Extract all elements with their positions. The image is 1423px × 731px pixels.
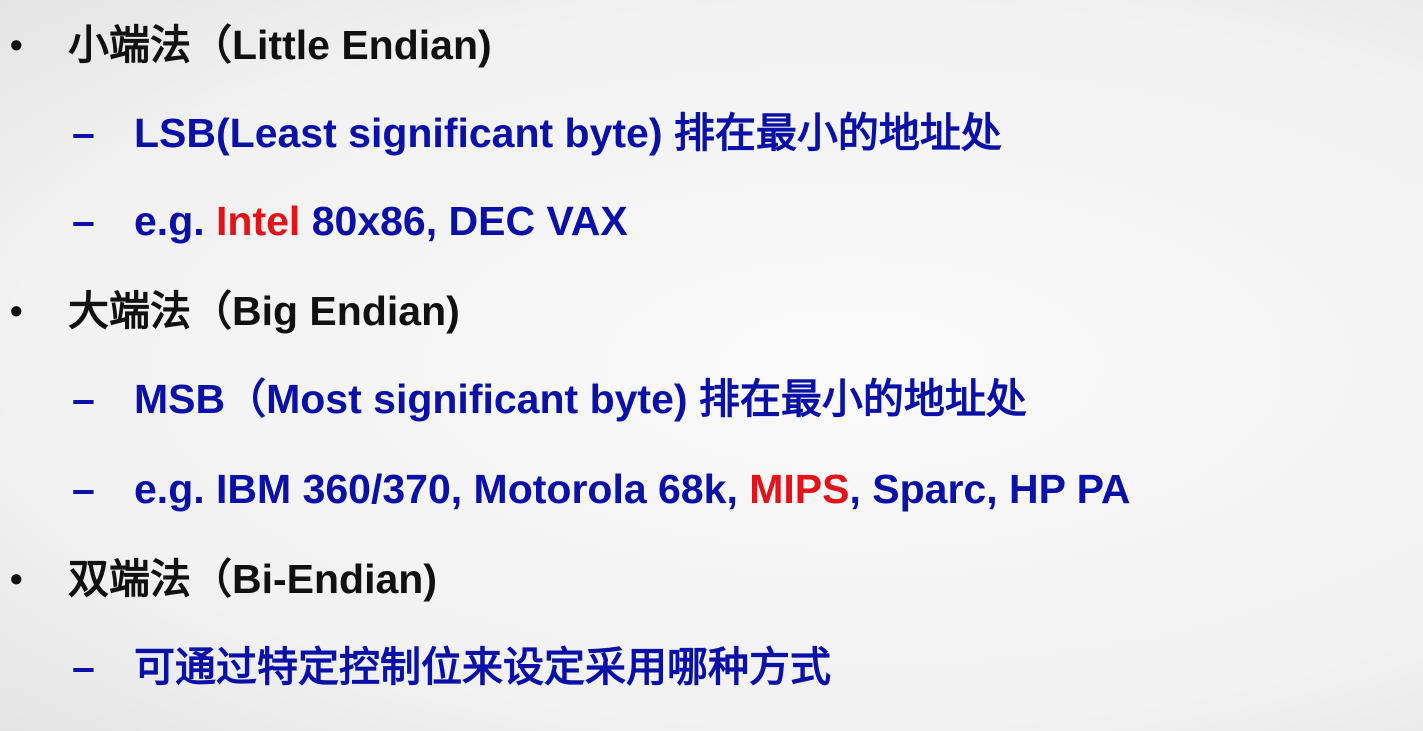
text-segment: 大端法（Big Endian) <box>68 288 460 334</box>
item-text: e.g. Intel 80x86, DEC VAX <box>134 196 628 246</box>
item-text: LSB(Least significant byte) 排在最小的地址处 <box>134 108 1002 158</box>
dash-icon: – <box>72 198 95 244</box>
item-text: 双端法（Bi-Endian) <box>68 554 437 604</box>
text-segment: MSB（Most significant byte) 排在最小的地址处 <box>134 376 1027 422</box>
highlighted-text: Intel <box>216 198 301 244</box>
text-segment: 80x86, DEC VAX <box>300 198 628 244</box>
item-text: 大端法（Big Endian) <box>68 286 460 336</box>
text-segment: , Sparc, HP PA <box>849 466 1131 512</box>
item-text: 可通过特定控制位来设定采用哪种方式 <box>134 642 831 692</box>
item-text: MSB（Most significant byte) 排在最小的地址处 <box>134 374 1027 424</box>
text-segment: 可通过特定控制位来设定采用哪种方式 <box>134 644 831 690</box>
text-segment: 双端法（Bi-Endian) <box>68 556 437 602</box>
bullet-icon: • <box>10 558 23 599</box>
item-text: 小端法（Little Endian) <box>68 20 492 70</box>
dash-icon: – <box>72 376 95 422</box>
dash-icon: – <box>72 466 95 512</box>
bullet-icon: • <box>10 24 23 65</box>
dash-icon: – <box>72 644 95 690</box>
text-segment: LSB(Least significant byte) 排在最小的地址处 <box>134 110 1002 156</box>
item-text: e.g. IBM 360/370, Motorola 68k, MIPS, Sp… <box>134 464 1131 514</box>
dash-icon: – <box>72 110 95 156</box>
highlighted-text: MIPS <box>749 466 850 512</box>
text-segment: e.g. IBM 360/370, Motorola 68k, <box>134 466 750 512</box>
text-segment: 小端法（Little Endian) <box>68 22 492 68</box>
text-segment: e.g. <box>134 198 217 244</box>
bullet-icon: • <box>10 290 23 331</box>
